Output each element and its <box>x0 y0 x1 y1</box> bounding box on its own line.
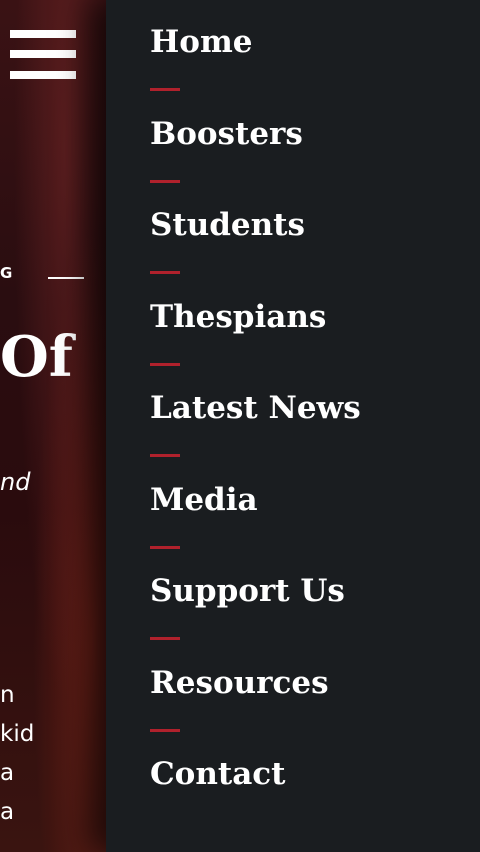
hamburger-bar <box>10 71 76 79</box>
body-line: a <box>0 799 15 825</box>
nav-link-media[interactable]: Media <box>150 480 258 520</box>
nav-separator <box>150 179 180 183</box>
nav-separator <box>150 362 180 366</box>
nav-separator <box>150 728 180 732</box>
hamburger-menu-icon[interactable] <box>10 30 76 84</box>
nav-link-home[interactable]: Home <box>150 22 253 62</box>
nav-separator <box>150 271 180 274</box>
nav-link-resources[interactable]: Resources <box>150 663 329 703</box>
navigation-drawer: Home Boosters Students Thespians Latest … <box>106 0 480 852</box>
nav-link-boosters[interactable]: Boosters <box>150 114 303 154</box>
background-page: G Of nd n kid a a <box>0 0 108 852</box>
hamburger-bar <box>10 50 76 58</box>
hamburger-bar <box>10 30 76 38</box>
body-line: n <box>0 682 15 708</box>
hero-subtitle: nd <box>0 468 31 496</box>
nav-separator <box>150 88 180 91</box>
nav-link-latest-news[interactable]: Latest News <box>150 388 361 428</box>
nav-link-thespians[interactable]: Thespians <box>150 297 326 337</box>
hero-eyebrow: G <box>0 264 14 282</box>
body-line: a <box>0 760 15 786</box>
nav-link-contact[interactable]: Contact <box>150 754 286 794</box>
nav-link-support-us[interactable]: Support Us <box>150 571 345 611</box>
nav-separator <box>150 454 180 457</box>
eyebrow-divider <box>48 277 84 279</box>
body-line: kid <box>0 721 35 747</box>
hero-body-text: n kid a a <box>0 676 34 832</box>
nav-separator <box>150 637 180 640</box>
nav-separator <box>150 545 180 549</box>
hero-title: Of <box>0 324 73 390</box>
nav-link-students[interactable]: Students <box>150 205 305 245</box>
